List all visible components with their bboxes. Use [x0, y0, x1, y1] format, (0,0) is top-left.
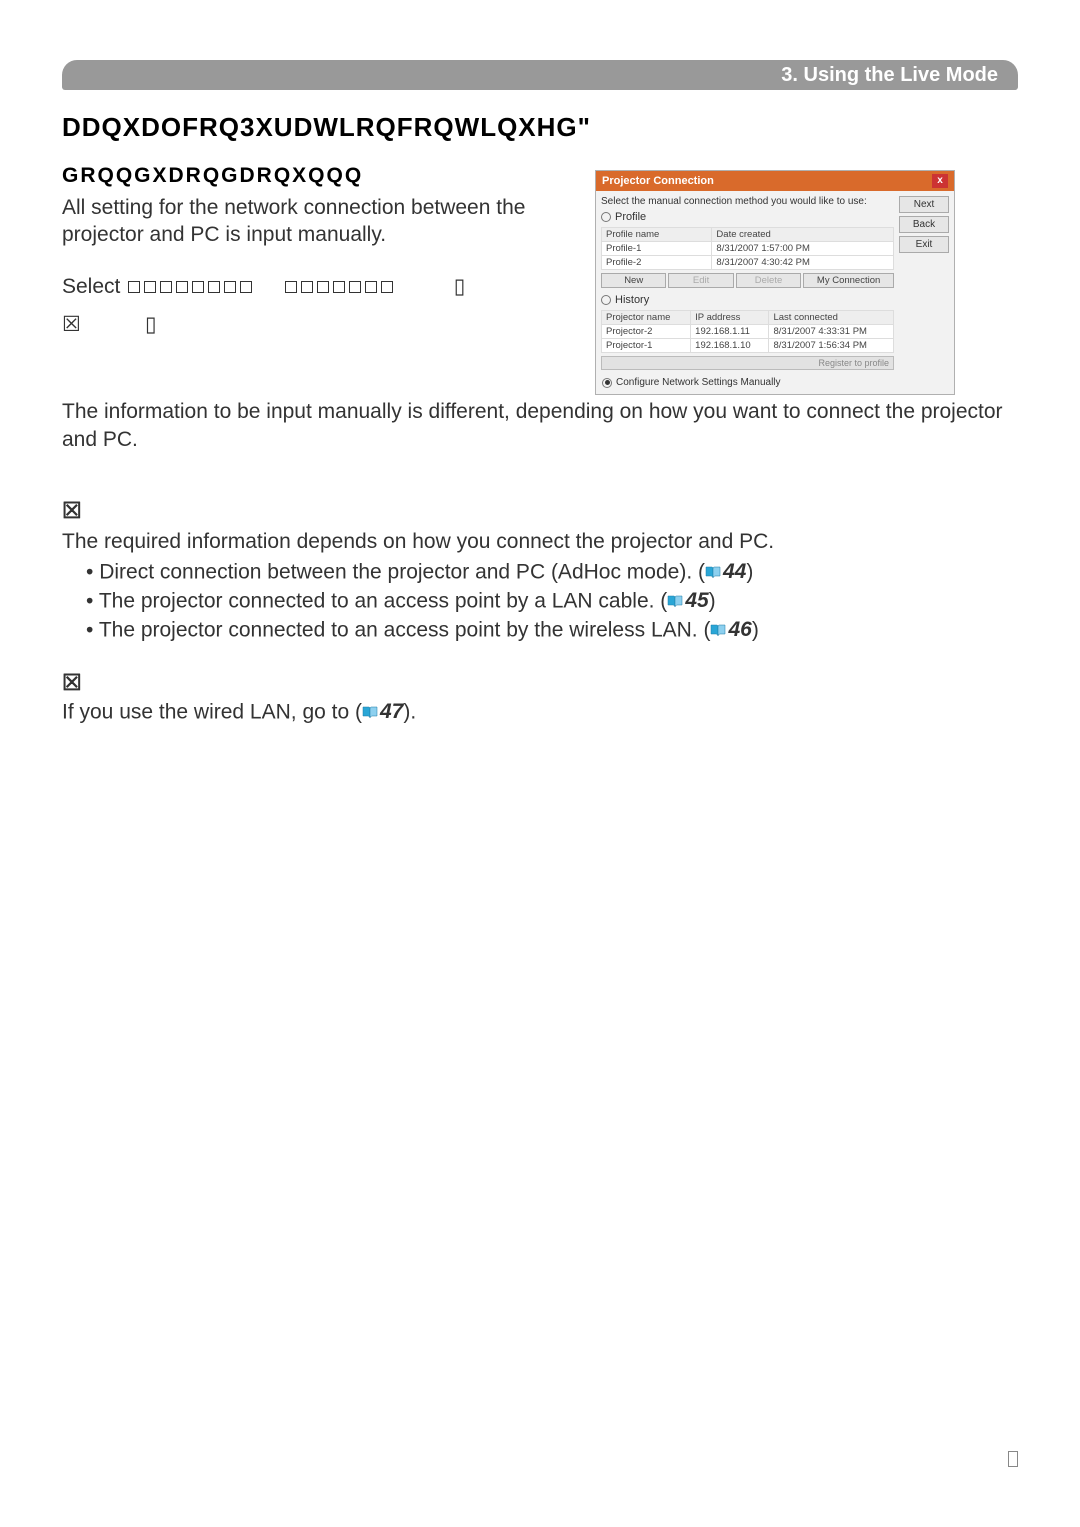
select-line: Select ▯ ☒ ▯ — [62, 268, 582, 344]
history-table: Projector name IP address Last connected… — [601, 310, 894, 353]
page-number-placeholder — [1008, 1451, 1018, 1467]
back-button: Back — [899, 216, 949, 233]
close-icon: x — [932, 174, 948, 188]
select-prefix: Select — [62, 275, 120, 298]
section-marker-wired: ☒ — [62, 670, 82, 696]
register-to-profile-label: Register to profile — [601, 356, 894, 370]
book-icon — [705, 566, 721, 579]
page-ref: 46 — [710, 616, 751, 644]
radio-history: History — [601, 294, 894, 306]
profile-button-row: New Edit Delete My Connection — [601, 273, 894, 288]
dialog-title: Projector Connection — [602, 175, 714, 187]
table-row: Projector-1192.168.1.108/31/2007 1:56:34… — [602, 339, 894, 353]
header-bar: 3. Using the Live Mode — [62, 60, 1018, 90]
table-row: Profile-18/31/2007 1:57:00 PM — [602, 242, 894, 256]
delete-button: Delete — [736, 273, 801, 288]
wireless-intro: The required information depends on how … — [62, 528, 1018, 556]
section-title: DDQXDOFRQ3XUDWLRQFRQWLQXHG" — [62, 112, 591, 143]
list-item: • The projector connected to an access p… — [86, 616, 1018, 645]
header-section-label: 3. Using the Live Mode — [781, 64, 998, 87]
book-icon — [710, 624, 726, 637]
subsection-title: GRQQGXDRQGDRQXQQQ — [62, 164, 363, 188]
wireless-bullet-list: • Direct connection between the projecto… — [86, 558, 1018, 645]
dialog-titlebar: Projector Connection x — [596, 171, 954, 191]
book-icon — [362, 706, 378, 719]
next-button: Next — [899, 196, 949, 213]
table-row: Projector-2192.168.1.118/31/2007 4:33:31… — [602, 325, 894, 339]
page-ref: 45 — [667, 587, 708, 615]
list-item: • Direct connection between the projecto… — [86, 558, 1018, 587]
radio-profile: Profile — [601, 211, 894, 223]
section-marker-wireless: ☒ — [62, 498, 82, 524]
wired-line: If you use the wired LAN, go to (47). — [62, 700, 416, 725]
radio-icon — [601, 295, 611, 305]
profile-table: Profile name Date created Profile-18/31/… — [601, 227, 894, 270]
radio-manual: Configure Network Settings Manually — [596, 375, 954, 394]
page-ref: 47 — [362, 700, 403, 724]
screenshot-projector-connection: Projector Connection x Select the manual… — [595, 170, 955, 395]
table-row: Profile-28/31/2007 4:30:42 PM — [602, 256, 894, 270]
book-icon — [667, 595, 683, 608]
my-connection-button: My Connection — [803, 273, 894, 288]
exit-button: Exit — [899, 236, 949, 253]
intro-paragraph: All setting for the network connection b… — [62, 194, 582, 249]
placeholder-end: ▯ — [454, 275, 466, 298]
radio-icon — [601, 212, 611, 222]
dialog-instruction: Select the manual connection method you … — [601, 196, 894, 207]
placeholder-line2: ▯ — [145, 313, 157, 336]
new-button: New — [601, 273, 666, 288]
page-ref: 44 — [705, 558, 746, 586]
list-item: • The projector connected to an access p… — [86, 587, 1018, 616]
info-paragraph: The information to be input manually is … — [62, 398, 1018, 455]
edit-button: Edit — [668, 273, 733, 288]
radio-icon — [602, 378, 612, 388]
marker-glyph-line2: ☒ — [62, 313, 81, 336]
